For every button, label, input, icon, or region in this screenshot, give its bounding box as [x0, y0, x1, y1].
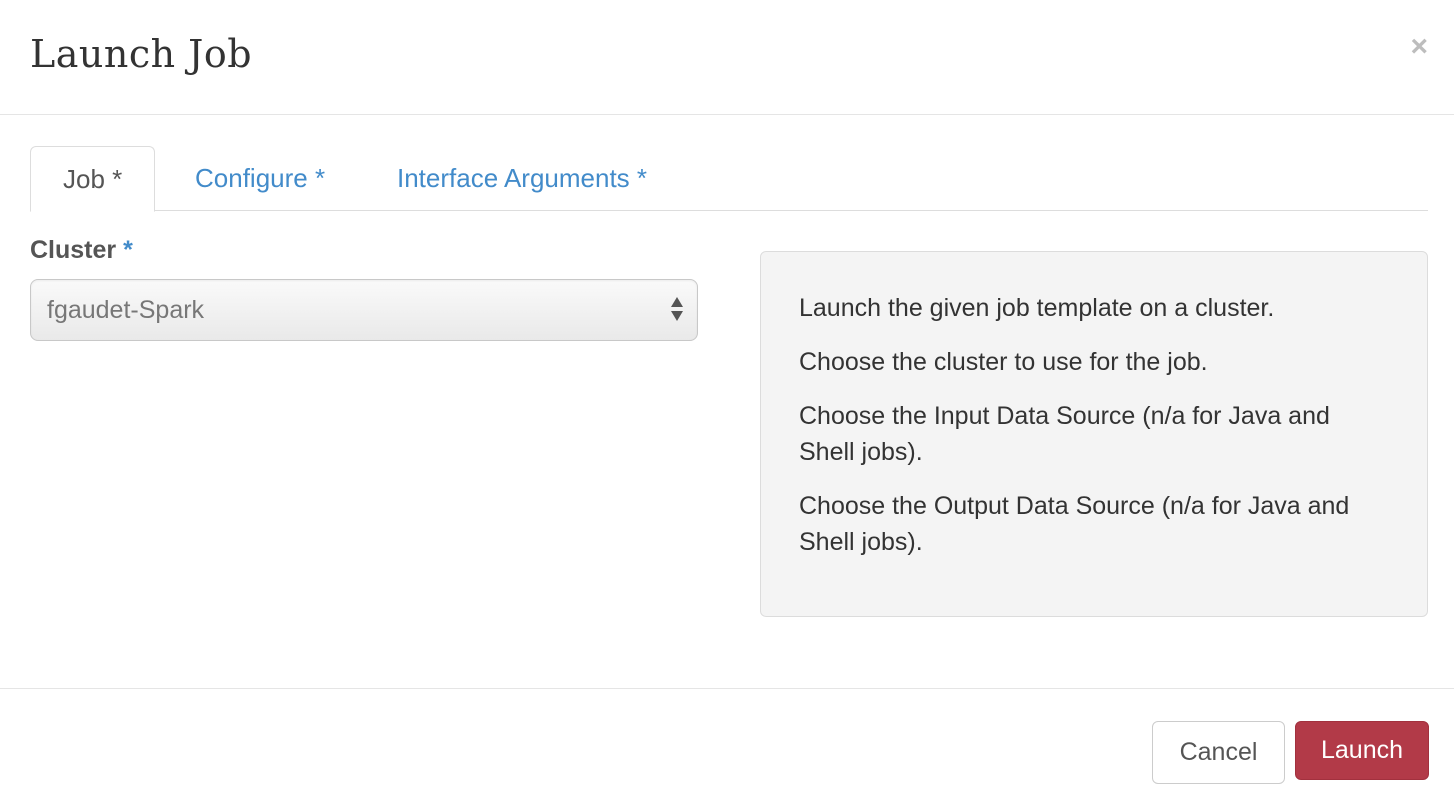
tab-bar: Job * Configure * Interface Arguments *: [30, 146, 1428, 212]
modal-title: Launch Job: [30, 32, 253, 76]
help-line: Choose the Input Data Source (n/a for Ja…: [799, 402, 1330, 466]
cancel-button[interactable]: Cancel: [1152, 721, 1285, 784]
modal-header: Launch Job ×: [0, 0, 1454, 115]
help-line: Choose the Output Data Source (n/a for J…: [799, 492, 1350, 556]
tab-job[interactable]: Job *: [30, 146, 156, 212]
help-panel: Launch the given job template on a clust…: [760, 251, 1428, 617]
launch-job-modal: Launch Job × Job * Configure * Interface…: [0, 0, 1454, 810]
updown-arrows-icon: [671, 297, 683, 323]
help-line: Launch the given job template on a clust…: [799, 294, 1275, 322]
help-line: Choose the cluster to use for the job.: [799, 348, 1208, 376]
cluster-select-value: fgaudet-Spark: [47, 296, 205, 324]
tab-configure[interactable]: Configure *: [163, 146, 357, 211]
arrow-down-icon: [671, 311, 683, 321]
cluster-label: Cluster *: [30, 236, 133, 265]
close-icon[interactable]: ×: [1410, 32, 1428, 62]
required-marker: *: [123, 236, 133, 264]
cluster-select[interactable]: fgaudet-Spark: [30, 279, 698, 341]
arrow-up-icon: [671, 297, 683, 307]
tab-interface-arguments[interactable]: Interface Arguments *: [365, 146, 679, 211]
cluster-label-text: Cluster: [30, 236, 117, 264]
modal-footer: Cancel Launch: [0, 688, 1454, 810]
launch-button[interactable]: Launch: [1295, 721, 1429, 780]
